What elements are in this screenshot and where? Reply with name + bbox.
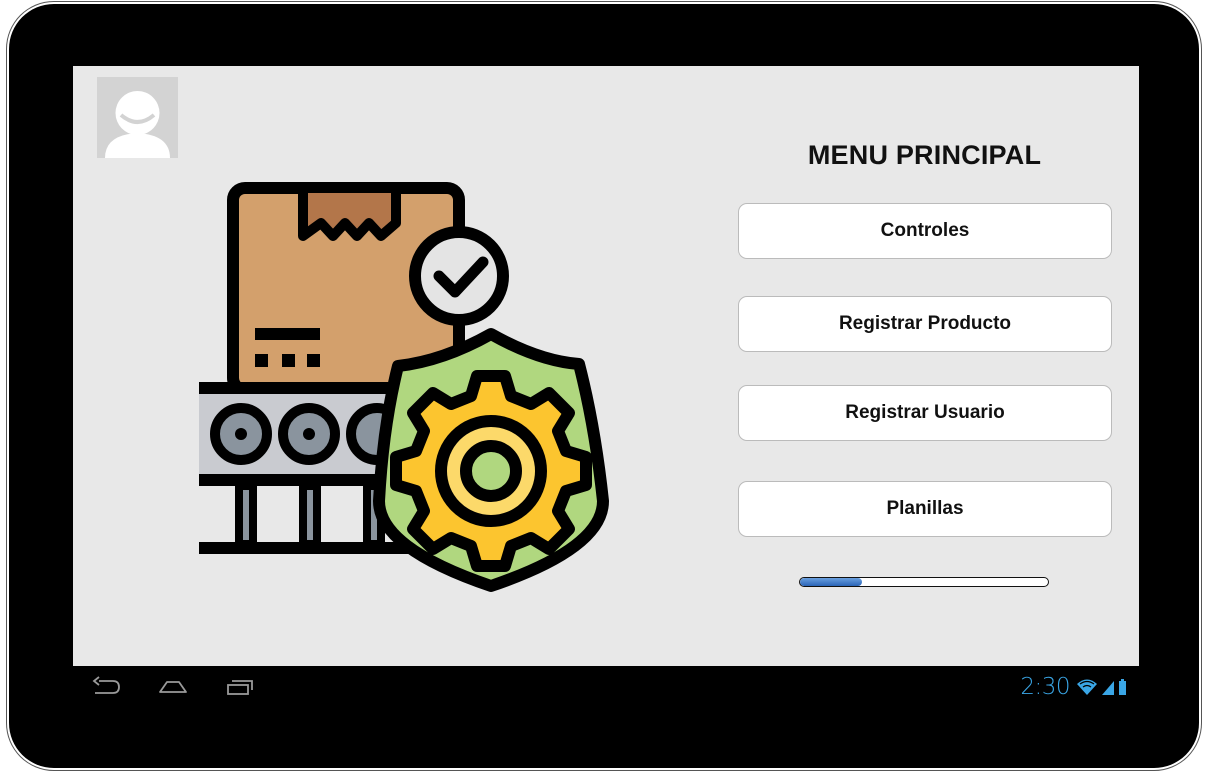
- recent-apps-icon[interactable]: [223, 674, 255, 700]
- progress-bar: [799, 577, 1049, 587]
- progress-bar-fill: [800, 578, 862, 586]
- gear-icon: [390, 370, 592, 572]
- back-icon[interactable]: [91, 674, 123, 700]
- factory-quality-illustration: [199, 182, 609, 592]
- app-screen: MENU PRINCIPAL Controles Registrar Produ…: [73, 66, 1139, 666]
- home-icon[interactable]: [157, 674, 189, 700]
- battery-icon: [1119, 679, 1126, 695]
- system-navigation-bar: 2:30: [73, 666, 1139, 708]
- controles-button[interactable]: Controles: [738, 203, 1112, 259]
- checkmark-badge-icon: [409, 226, 509, 326]
- wifi-icon: [1077, 679, 1097, 695]
- avatar-placeholder-icon: [97, 77, 178, 158]
- clock: 2:30: [1020, 674, 1070, 700]
- user-avatar[interactable]: [97, 77, 178, 158]
- page-title: MENU PRINCIPAL: [807, 140, 1042, 170]
- registrar-producto-button[interactable]: Registrar Producto: [738, 296, 1112, 352]
- planillas-button[interactable]: Planillas: [738, 481, 1112, 537]
- signal-icon: [1102, 681, 1114, 695]
- status-area: 2:30: [1020, 670, 1127, 704]
- registrar-usuario-button[interactable]: Registrar Usuario: [738, 385, 1112, 441]
